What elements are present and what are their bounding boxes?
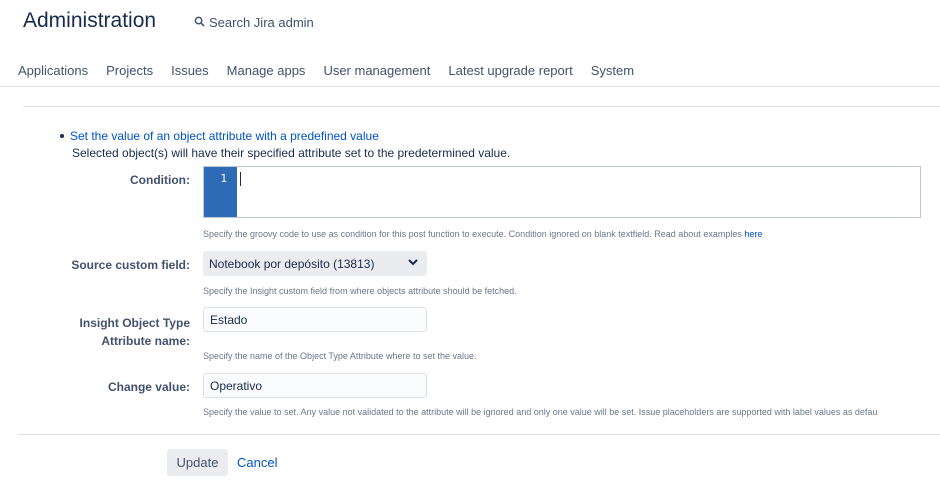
tab-applications[interactable]: Applications <box>18 63 88 78</box>
form-footer-divider <box>18 434 940 435</box>
source-custom-field-label: Source custom field: <box>71 258 190 272</box>
tab-user-management[interactable]: User management <box>323 63 430 78</box>
attribute-name-input[interactable] <box>203 307 427 332</box>
admin-nav-tabs: Applications Projects Issues Manage apps… <box>18 63 652 78</box>
code-text-area[interactable] <box>237 167 920 217</box>
examples-here-link[interactable]: here <box>744 229 762 239</box>
source-custom-field-help: Specify the Insight custom field from wh… <box>203 286 517 296</box>
change-value-help: Specify the value to set. Any value not … <box>203 407 878 417</box>
attribute-name-label-line1: Insight Object Type <box>79 316 190 330</box>
search-jira-admin-link[interactable]: Search Jira admin <box>194 15 314 30</box>
attribute-name-label: Insight Object Type Attribute name: <box>20 314 190 350</box>
condition-help-text: Specify the groovy code to use as condit… <box>203 229 742 239</box>
condition-help: Specify the groovy code to use as condit… <box>203 229 762 239</box>
chevron-down-icon <box>407 256 419 271</box>
condition-code-editor[interactable]: 1 <box>203 166 921 218</box>
bullet-icon <box>60 134 64 138</box>
source-custom-field-value: Notebook por depósito (13813) <box>209 256 375 271</box>
tab-system[interactable]: System <box>591 63 634 78</box>
tab-latest-upgrade-report[interactable]: Latest upgrade report <box>448 63 572 78</box>
text-cursor <box>240 172 241 186</box>
condition-label: Condition: <box>130 173 190 187</box>
change-value-label: Change value: <box>107 380 190 394</box>
post-function-name: Set the value of an object attribute wit… <box>70 129 379 143</box>
source-custom-field-select[interactable]: Notebook por depósito (13813) <box>203 251 427 276</box>
line-number-gutter: 1 <box>204 167 237 217</box>
page-title: Administration <box>23 9 157 32</box>
post-function-title: Set the value of an object attribute wit… <box>60 129 379 143</box>
nav-divider <box>0 86 940 87</box>
search-label: Search Jira admin <box>209 15 314 30</box>
section-divider <box>23 106 940 107</box>
attribute-name-label-line2: Attribute name: <box>101 334 190 348</box>
attribute-name-help: Specify the name of the Object Type Attr… <box>203 351 477 361</box>
update-button[interactable]: Update <box>167 449 228 476</box>
tab-manage-apps[interactable]: Manage apps <box>227 63 306 78</box>
cancel-link[interactable]: Cancel <box>237 455 277 470</box>
search-icon <box>194 15 205 30</box>
tab-issues[interactable]: Issues <box>171 63 209 78</box>
tab-projects[interactable]: Projects <box>106 63 153 78</box>
post-function-description: Selected object(s) will have their speci… <box>72 146 511 160</box>
change-value-input[interactable] <box>203 373 427 398</box>
